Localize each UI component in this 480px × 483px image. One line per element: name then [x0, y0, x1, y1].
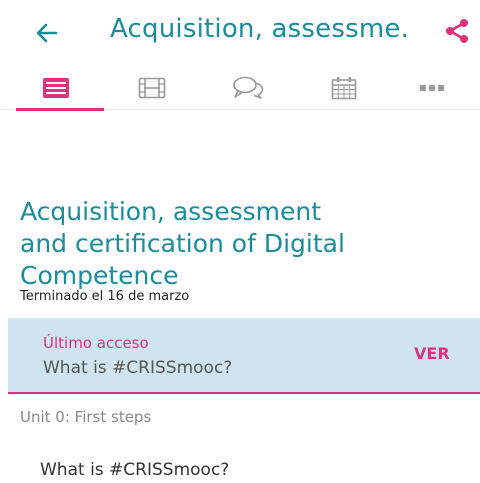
course-title-line: Competence [20, 261, 179, 290]
chat-bubbles-icon [233, 76, 264, 99]
tab-calendar[interactable] [296, 66, 392, 110]
course-status: Terminado el 16 de marzo [20, 289, 190, 304]
course-title-line: Acquisition, assessment [20, 197, 322, 226]
course-tabs [0, 66, 480, 111]
tab-forum[interactable] [200, 66, 296, 110]
page-title: Acquisition, assessme... [110, 14, 410, 44]
tab-videos[interactable] [104, 66, 200, 110]
list-icon [43, 78, 69, 98]
share-button[interactable] [440, 14, 474, 48]
last-access-item: What is #CRISSmooc? [43, 358, 233, 378]
share-icon [446, 19, 468, 43]
view-button[interactable]: VER [414, 344, 450, 363]
tab-course-info[interactable] [8, 66, 104, 111]
tab-more[interactable] [384, 66, 480, 110]
more-icon [420, 85, 444, 91]
unit-label: Unit 0: First steps [20, 408, 152, 426]
calendar-icon [331, 77, 357, 100]
last-access-card[interactable]: Último acceso What is #CRISSmooc? VER [8, 318, 480, 394]
arrow-left-icon [36, 23, 58, 43]
back-button[interactable] [30, 16, 64, 50]
course-title: Acquisition, assessment and certificatio… [20, 196, 400, 292]
top-app-bar: Acquisition, assessme... [0, 0, 480, 64]
course-title-line: and certification of Digital [20, 229, 345, 258]
last-access-label: Último acceso [43, 334, 149, 352]
film-icon [138, 77, 166, 99]
list-item[interactable]: What is #CRISSmooc? [40, 460, 229, 480]
